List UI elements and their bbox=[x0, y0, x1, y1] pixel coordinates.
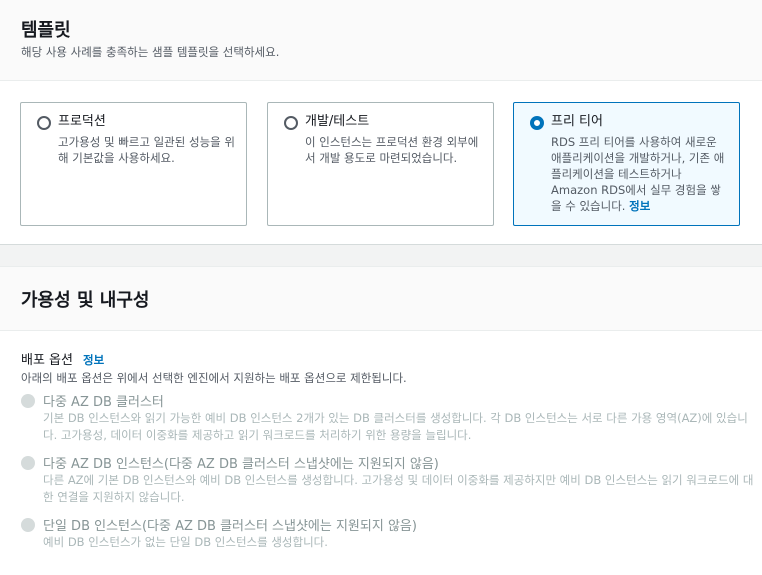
deployment-info-link[interactable]: 정보 bbox=[83, 353, 104, 367]
radio-multi-az-db-cluster[interactable] bbox=[21, 394, 35, 408]
availability-panel: 가용성 및 내구성 배포 옵션 정보 아래의 배포 옵션은 위에서 선택한 엔진에… bbox=[0, 266, 762, 575]
templates-title: 템플릿 bbox=[21, 20, 71, 41]
option-single-db-instance-description: 예비 DB 인스턴스가 없는 단일 DB 인스턴스를 생성합니다. bbox=[43, 535, 328, 549]
radio-free-tier[interactable] bbox=[530, 116, 544, 130]
option-multi-az-db-cluster-description: 기본 DB 인스턴스와 읽기 가능한 예비 DB 인스턴스 2개가 있는 DB … bbox=[43, 411, 748, 442]
template-tile-production[interactable]: 프로덕션 고가용성 및 빠르고 일관된 성능을 위해 기본값을 사용하세요. bbox=[20, 102, 247, 226]
deployment-options-label-wrap: 배포 옵션 정보 bbox=[21, 349, 104, 368]
availability-header: 가용성 및 내구성 bbox=[0, 267, 762, 331]
templates-description: 해당 사용 사례를 충족하는 샘플 템플릿을 선택하세요. bbox=[21, 45, 280, 59]
radio-production[interactable] bbox=[37, 116, 51, 130]
template-production-label: 프로덕션 bbox=[58, 114, 106, 129]
deployment-options-label: 배포 옵션 bbox=[21, 353, 73, 368]
radio-multi-az-db-instance[interactable] bbox=[21, 456, 35, 470]
free-tier-info-link[interactable]: 정보 bbox=[629, 199, 650, 213]
template-tile-free-tier[interactable]: 프리 티어 RDS 프리 티어를 사용하여 새로운 애플리케이션을 개발하거나,… bbox=[513, 102, 740, 226]
template-dev-test-label: 개발/테스트 bbox=[305, 114, 370, 129]
templates-panel: 템플릿 해당 사용 사례를 충족하는 샘플 템플릿을 선택하세요. 프로덕션 고… bbox=[0, 0, 762, 245]
deployment-options-description: 아래의 배포 옵션은 위에서 선택한 엔진에서 지원하는 배포 옵션으로 제한됩… bbox=[21, 371, 407, 385]
template-free-tier-label: 프리 티어 bbox=[551, 114, 603, 129]
radio-dev-test[interactable] bbox=[284, 116, 298, 130]
option-multi-az-db-instance-label: 다중 AZ DB 인스턴스(다중 AZ DB 클러스터 스냅샷에는 지원되지 않… bbox=[43, 457, 439, 472]
template-dev-test-description: 이 인스턴스는 프로덕션 환경 외부에서 개발 용도로 마련되었습니다. bbox=[305, 135, 479, 165]
option-multi-az-db-instance-description: 다른 AZ에 기본 DB 인스턴스와 예비 DB 인스턴스를 생성합니다. 고가… bbox=[43, 473, 754, 504]
radio-single-db-instance[interactable] bbox=[21, 518, 35, 532]
template-tile-dev-test[interactable]: 개발/테스트 이 인스턴스는 프로덕션 환경 외부에서 개발 용도로 마련되었습… bbox=[267, 102, 494, 226]
template-production-description: 고가용성 및 빠르고 일관된 성능을 위해 기본값을 사용하세요. bbox=[58, 135, 235, 165]
option-single-db-instance-label: 단일 DB 인스턴스(다중 AZ DB 클러스터 스냅샷에는 지원되지 않음) bbox=[43, 519, 417, 534]
templates-header: 템플릿 해당 사용 사례를 충족하는 샘플 템플릿을 선택하세요. bbox=[0, 0, 762, 81]
availability-title: 가용성 및 내구성 bbox=[21, 290, 150, 311]
option-multi-az-db-cluster-label: 다중 AZ DB 클러스터 bbox=[43, 395, 164, 410]
template-free-tier-description-wrap: RDS 프리 티어를 사용하여 새로운 애플리케이션을 개발하거나, 기존 애플… bbox=[551, 134, 729, 214]
